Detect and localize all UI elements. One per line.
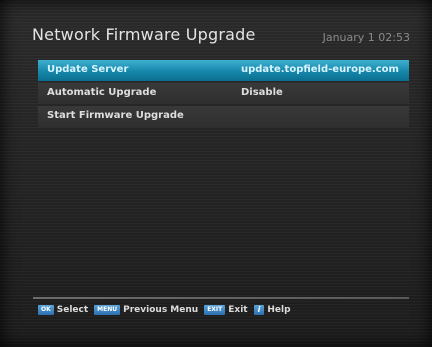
exit-key-icon[interactable]: EXIT [204,305,226,315]
key-hints-bar: OK Select MENU Previous Menu EXIT Exit i… [38,303,297,317]
menu-item-automatic-upgrade[interactable]: Automatic Upgrade Disable [38,83,409,104]
menu-item-update-server[interactable]: Update Server update.topfield-europe.com [38,60,409,81]
menu-key-icon[interactable]: MENU [94,305,121,315]
menu-item-label: Start Firmware Upgrade [47,110,184,121]
tv-screen: Network Firmware Upgrade January 1 02:53… [0,0,432,347]
page-title: Network Firmware Upgrade [32,25,256,44]
select-hint-label: Select [56,305,89,315]
footer-divider [33,297,409,299]
settings-menu: Update Server update.topfield-europe.com… [38,60,409,129]
menu-item-start-firmware-upgrade[interactable]: Start Firmware Upgrade [38,106,409,127]
menu-item-value: update.topfield-europe.com [241,64,399,75]
previous-menu-hint-label: Previous Menu [123,305,199,315]
ok-key-icon[interactable]: OK [38,305,54,315]
menu-item-label: Update Server [47,64,129,75]
info-key-icon[interactable]: i [253,305,265,315]
menu-item-value: Disable [241,87,283,98]
help-hint-label: Help [267,305,291,315]
exit-hint-label: Exit [228,305,248,315]
clock: January 1 02:53 [322,31,410,44]
menu-item-label: Automatic Upgrade [47,87,157,98]
